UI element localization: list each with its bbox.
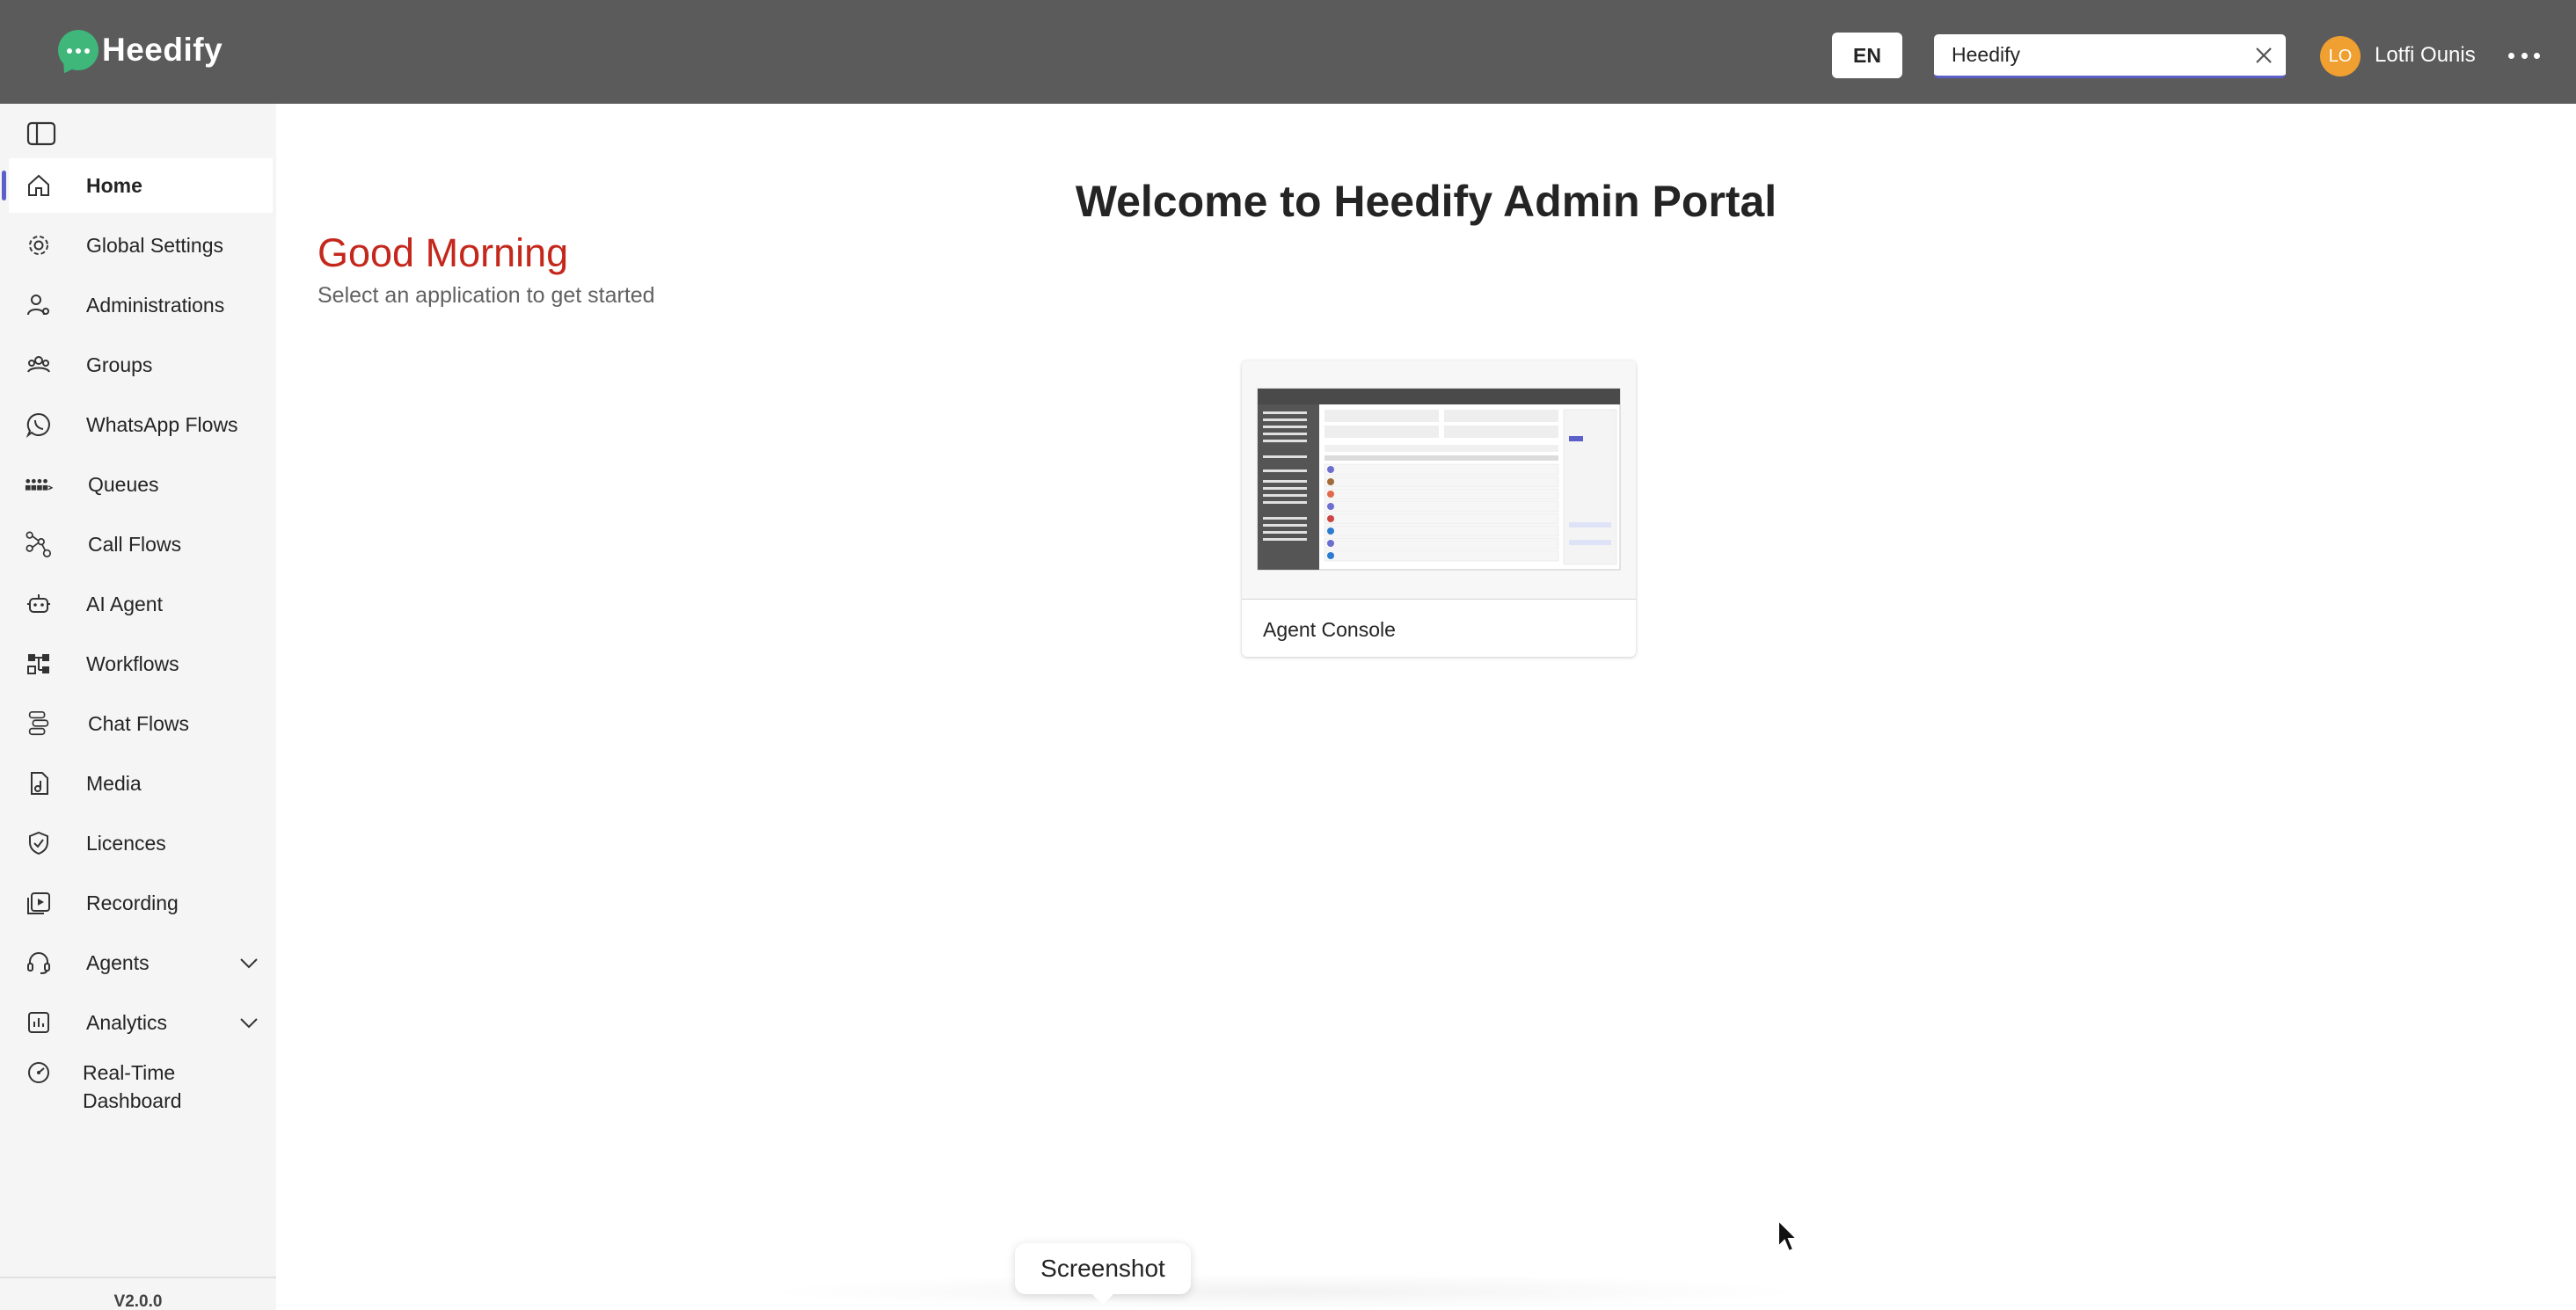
- sidebar-item-label: WhatsApp Flows: [86, 412, 238, 436]
- more-dot: [2508, 52, 2514, 59]
- brand[interactable]: Heedify: [58, 30, 223, 70]
- agent-console-thumbnail: [1242, 360, 1636, 600]
- sidebar-item-call-flows[interactable]: Call Flows: [9, 517, 273, 571]
- sidebar-item-whatsapp-flows[interactable]: WhatsApp Flows: [9, 397, 273, 452]
- analytics-icon: [25, 1008, 53, 1037]
- language-button[interactable]: EN: [1832, 33, 1902, 78]
- admin-user-icon: [25, 291, 53, 319]
- more-dot: [2521, 52, 2528, 59]
- sidebar-item-label: Media: [86, 771, 142, 795]
- sidebar-item-ai-agent[interactable]: AI Agent: [9, 577, 273, 631]
- sidebar-item-real-time-dashboard[interactable]: Real-Time Dashboard: [9, 1055, 273, 1122]
- search-box: [1934, 34, 2286, 78]
- whatsapp-icon: [25, 411, 53, 439]
- top-bar: Heedify EN LO Lotfi Ounis: [0, 0, 2576, 104]
- sidebar-item-label: Call Flows: [88, 532, 182, 556]
- sidebar: Home Global Settings Administrations Gro…: [0, 104, 276, 1310]
- sidebar-item-label: Groups: [86, 353, 153, 376]
- headset-icon: [25, 949, 53, 977]
- group-icon: [25, 351, 53, 379]
- gauge-icon: [25, 1059, 53, 1087]
- close-icon: [2256, 47, 2272, 63]
- chevron-down-icon: [240, 958, 258, 969]
- home-icon: [25, 171, 53, 200]
- sidebar-toggle-button[interactable]: [26, 121, 56, 146]
- screenshot-bar-shadow: [756, 1273, 1812, 1310]
- sidebar-item-administrations[interactable]: Administrations: [9, 278, 273, 332]
- sidebar-item-label: Queues: [88, 472, 159, 496]
- sidebar-item-chat-flows[interactable]: Chat Flows: [9, 696, 273, 751]
- recording-icon: [25, 889, 53, 917]
- chat-flow-icon: [25, 710, 53, 738]
- app-version: V2.0.0: [0, 1277, 276, 1310]
- app-card-agent-console[interactable]: Agent Console: [1242, 360, 1636, 657]
- sidebar-item-licences[interactable]: Licences: [9, 816, 273, 870]
- brand-name: Heedify: [102, 32, 223, 68]
- media-file-icon: [25, 769, 53, 797]
- sidebar-item-label: Home: [86, 173, 142, 197]
- avatar[interactable]: LO: [2320, 36, 2361, 76]
- page-title: Welcome to Heedify Admin Portal: [1075, 177, 1777, 226]
- sidebar-item-media[interactable]: Media: [9, 756, 273, 811]
- search-input[interactable]: [1952, 43, 2242, 67]
- sidebar-item-global-settings[interactable]: Global Settings: [9, 218, 273, 273]
- more-dot: [2534, 52, 2540, 59]
- sidebar-item-groups[interactable]: Groups: [9, 338, 273, 392]
- sidebar-item-agents[interactable]: Agents: [9, 935, 273, 990]
- sidebar-item-label: Global Settings: [86, 233, 223, 257]
- shield-check-icon: [25, 829, 53, 857]
- chat-bubble-logo-icon: [58, 30, 99, 70]
- gear-icon: [25, 231, 53, 259]
- sidebar-item-workflows[interactable]: Workflows: [9, 637, 273, 691]
- flow-icon: [25, 530, 53, 558]
- sidebar-item-home[interactable]: Home: [2, 158, 273, 213]
- page-subtitle: Select an application to get started: [317, 283, 655, 308]
- sidebar-item-label: Licences: [86, 831, 166, 855]
- sidebar-item-label: Analytics: [86, 1010, 168, 1034]
- sidebar-item-label: Administrations: [86, 293, 225, 317]
- mouse-pointer-icon: [1777, 1219, 1799, 1253]
- queue-icon: [25, 470, 53, 499]
- user-name[interactable]: Lotfi Ounis: [2375, 43, 2476, 68]
- screenshot-tooltip: Screenshot: [1015, 1243, 1191, 1305]
- sidebar-item-label: Agents: [86, 950, 150, 974]
- sidebar-toggle-icon: [26, 121, 56, 146]
- app-card-label: Agent Console: [1263, 618, 1396, 641]
- bot-icon: [25, 590, 53, 618]
- sidebar-item-recording[interactable]: Recording: [9, 876, 273, 930]
- sidebar-item-label: Real-Time Dashboard: [83, 1061, 182, 1112]
- clear-search-button[interactable]: [2242, 35, 2286, 76]
- workflow-icon: [25, 650, 53, 678]
- sidebar-item-queues[interactable]: Queues: [9, 457, 273, 512]
- sidebar-item-analytics[interactable]: Analytics: [9, 995, 273, 1050]
- greeting-text: Good Morning: [317, 230, 569, 275]
- sidebar-item-label: AI Agent: [86, 592, 163, 615]
- sidebar-item-label: Chat Flows: [88, 711, 190, 735]
- sidebar-item-label: Workflows: [86, 651, 179, 675]
- more-options-button[interactable]: [2503, 42, 2545, 69]
- sidebar-item-label: Recording: [86, 891, 179, 914]
- chevron-down-icon: [240, 1018, 258, 1029]
